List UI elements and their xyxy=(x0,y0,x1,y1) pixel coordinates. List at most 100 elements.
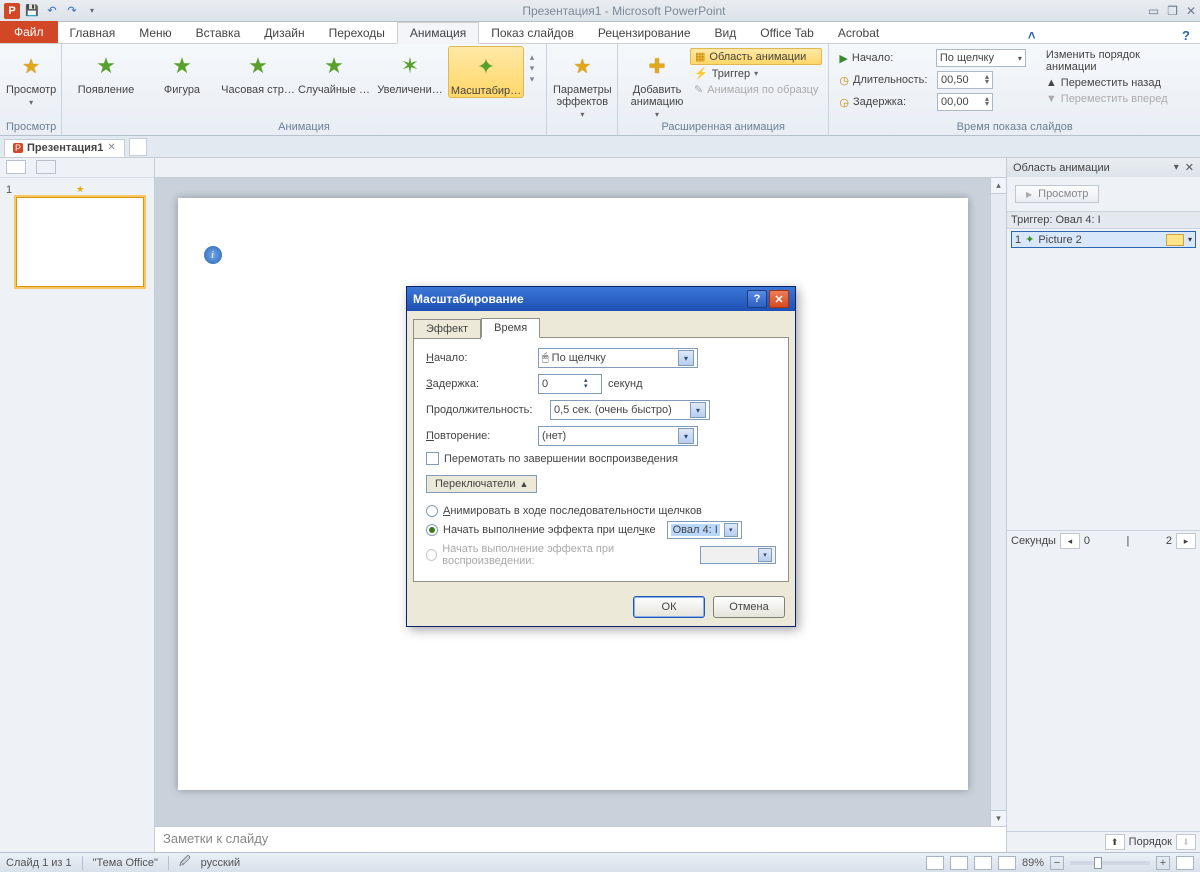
lightning-icon: ⚡ xyxy=(694,67,708,80)
zoom-in-icon[interactable]: + xyxy=(1156,856,1170,870)
dlg-rewind-checkbox[interactable]: Перемотать по завершении воспроизведения xyxy=(426,452,776,465)
animation-pane-button[interactable]: ▦ Область анимации xyxy=(690,48,822,65)
anim-zoom[interactable]: ✶Увеличени… xyxy=(372,46,448,96)
add-animation-icon: ✚ xyxy=(641,50,673,82)
dlg-delay-input[interactable]: 0▴▾ xyxy=(538,374,602,394)
redo-icon[interactable]: ↷ xyxy=(64,3,80,19)
timeline-left-icon[interactable]: ◂ xyxy=(1060,533,1080,549)
reorder-down-icon[interactable]: ⬇ xyxy=(1176,834,1196,850)
dlg-start-select[interactable]: 🖱 По щелчку ▾ xyxy=(538,348,698,368)
tab-acrobat[interactable]: Acrobat xyxy=(826,23,891,43)
pane-close-icon[interactable]: ✕ xyxy=(1185,161,1194,174)
ok-button[interactable]: ОК xyxy=(633,596,705,618)
tab-design[interactable]: Дизайн xyxy=(252,23,316,43)
animation-item[interactable]: 1 ✦ Picture 2 ▾ xyxy=(1011,231,1196,248)
view-slideshow-icon[interactable] xyxy=(998,856,1016,870)
doc-tab[interactable]: P Презентация1 ✕ xyxy=(4,139,125,157)
pane-pin-icon[interactable]: ▾ xyxy=(1174,162,1179,173)
dlg-repeat-select[interactable]: (нет) ▾ xyxy=(538,426,698,446)
dlg-radio-sequence[interactable]: Анимировать в ходе последовательности ще… xyxy=(426,505,776,517)
timeline-right-icon[interactable]: ▸ xyxy=(1176,533,1196,549)
dialog-tab-effect[interactable]: Эффект xyxy=(413,319,481,339)
thumb-mode-outline[interactable] xyxy=(36,160,56,174)
anim-appear[interactable]: ★Появление xyxy=(68,46,144,96)
new-tab-button[interactable] xyxy=(129,138,147,156)
trigger-button[interactable]: ⚡ Триггер ▾ xyxy=(690,66,822,81)
notes-input[interactable]: Заметки к слайду xyxy=(155,826,1006,852)
effect-options-button[interactable]: ★ Параметры эффектов ▾ xyxy=(553,46,612,119)
close-icon[interactable]: ✕ xyxy=(1186,4,1196,18)
tab-animation[interactable]: Анимация xyxy=(397,22,479,44)
tab-slideshow[interactable]: Показ слайдов xyxy=(479,23,586,43)
reorder-up-icon[interactable]: ⬆ xyxy=(1105,834,1125,850)
anim-scale[interactable]: ✦Масштабир… xyxy=(448,46,524,98)
window-title: Презентация1 - Microsoft PowerPoint xyxy=(100,4,1148,18)
preview-button[interactable]: ★ Просмотр ▾ xyxy=(6,46,56,107)
dlg-play-target-select: ▾ xyxy=(700,546,776,564)
quick-access-toolbar: P 💾 ↶ ↷ ▾ xyxy=(4,3,100,19)
cancel-button[interactable]: Отмена xyxy=(713,596,785,618)
pane-preview-button[interactable]: ▶ Просмотр xyxy=(1015,185,1099,203)
move-back-button[interactable]: ▲Переместить назад xyxy=(1042,76,1194,90)
group-preview: ★ Просмотр ▾ Просмотр xyxy=(0,44,62,135)
tab-officetab[interactable]: Office Tab xyxy=(748,23,826,43)
dlg-duration-select[interactable]: 0,5 сек. (очень быстро) ▾ xyxy=(550,400,710,420)
tab-menu[interactable]: Меню xyxy=(127,23,183,43)
animation-pane: Область анимации ▾ ✕ ▶ Просмотр Триггер:… xyxy=(1006,158,1200,852)
thumb-mode-slides[interactable] xyxy=(6,160,26,174)
scroll-up-icon[interactable]: ▴ xyxy=(991,178,1006,194)
save-icon[interactable]: 💾 xyxy=(24,3,40,19)
info-icon: i xyxy=(204,246,222,264)
group-label-gallery: Анимация xyxy=(68,120,540,135)
dlg-radio-click[interactable]: Начать выполнение эффекта при щелчке Ова… xyxy=(426,521,776,539)
anim-item-dropdown-icon[interactable]: ▾ xyxy=(1188,235,1192,244)
timing-duration-input[interactable]: 00,50▴▾ xyxy=(937,71,993,89)
view-sorter-icon[interactable] xyxy=(950,856,968,870)
dialog-close-icon[interactable]: ✕ xyxy=(769,290,789,308)
anim-shape[interactable]: ★Фигура xyxy=(144,46,220,96)
anim-item-index: 1 xyxy=(1015,234,1021,246)
chevron-down-icon: ▾ xyxy=(724,523,738,537)
dlg-repeat-label: Повторение: xyxy=(426,430,532,442)
status-right: 89% − + xyxy=(926,856,1194,870)
file-tab[interactable]: Файл xyxy=(0,21,58,43)
status-language[interactable]: русский xyxy=(201,857,240,869)
dlg-click-target-select[interactable]: Овал 4: I ▾ xyxy=(667,521,742,539)
tab-transitions[interactable]: Переходы xyxy=(317,23,397,43)
vertical-scrollbar[interactable]: ▴ ▾ xyxy=(990,178,1006,826)
help-icon[interactable]: ? xyxy=(1182,28,1190,43)
anim-clock[interactable]: ★Часовая стр… xyxy=(220,46,296,96)
qat-more-icon[interactable]: ▾ xyxy=(84,3,100,19)
radio-icon xyxy=(426,549,437,561)
view-reading-icon[interactable] xyxy=(974,856,992,870)
tab-home[interactable]: Главная xyxy=(58,23,128,43)
tab-review[interactable]: Рецензирование xyxy=(586,23,703,43)
dlg-delay-label: Задержка: xyxy=(426,378,532,390)
undo-icon[interactable]: ↶ xyxy=(44,3,60,19)
add-animation-button[interactable]: ✚ Добавить анимацию ▾ xyxy=(624,46,690,119)
zoom-out-icon[interactable]: − xyxy=(1050,856,1064,870)
zoom-slider[interactable] xyxy=(1070,861,1150,865)
ribbon-minimize-icon[interactable]: ˄ xyxy=(1028,28,1036,43)
preview-icon: ★ xyxy=(15,50,47,82)
tab-view[interactable]: Вид xyxy=(703,23,749,43)
doc-tab-close-icon[interactable]: ✕ xyxy=(107,142,115,153)
timing-delay-input[interactable]: 00,00▴▾ xyxy=(937,93,993,111)
dialog-help-icon[interactable]: ? xyxy=(747,290,767,308)
slide-thumb-1[interactable]: 1 ★ xyxy=(0,178,154,293)
gallery-scroll[interactable]: ▴▾▾ xyxy=(524,46,540,91)
view-normal-icon[interactable] xyxy=(926,856,944,870)
anim-random[interactable]: ★Случайные … xyxy=(296,46,372,96)
pane-timeline-footer: Секунды ◂ 0 | 2 ▸ xyxy=(1007,530,1200,551)
dialog-tab-timing[interactable]: Время xyxy=(481,318,540,338)
restore-icon[interactable]: ❐ xyxy=(1167,4,1178,18)
collapse-icon: ▲ xyxy=(519,479,528,489)
tab-insert[interactable]: Вставка xyxy=(184,23,253,43)
timing-start-select[interactable]: По щелчку▾ xyxy=(936,49,1026,67)
minimize-icon[interactable]: ▭ xyxy=(1148,4,1159,18)
scroll-down-icon[interactable]: ▾ xyxy=(991,810,1006,826)
status-theme: "Тема Office" xyxy=(93,857,158,869)
dlg-triggers-toggle[interactable]: Переключатели ▲ xyxy=(426,475,537,493)
dialog-titlebar[interactable]: Масштабирование ? ✕ xyxy=(407,287,795,311)
fit-to-window-icon[interactable] xyxy=(1176,856,1194,870)
